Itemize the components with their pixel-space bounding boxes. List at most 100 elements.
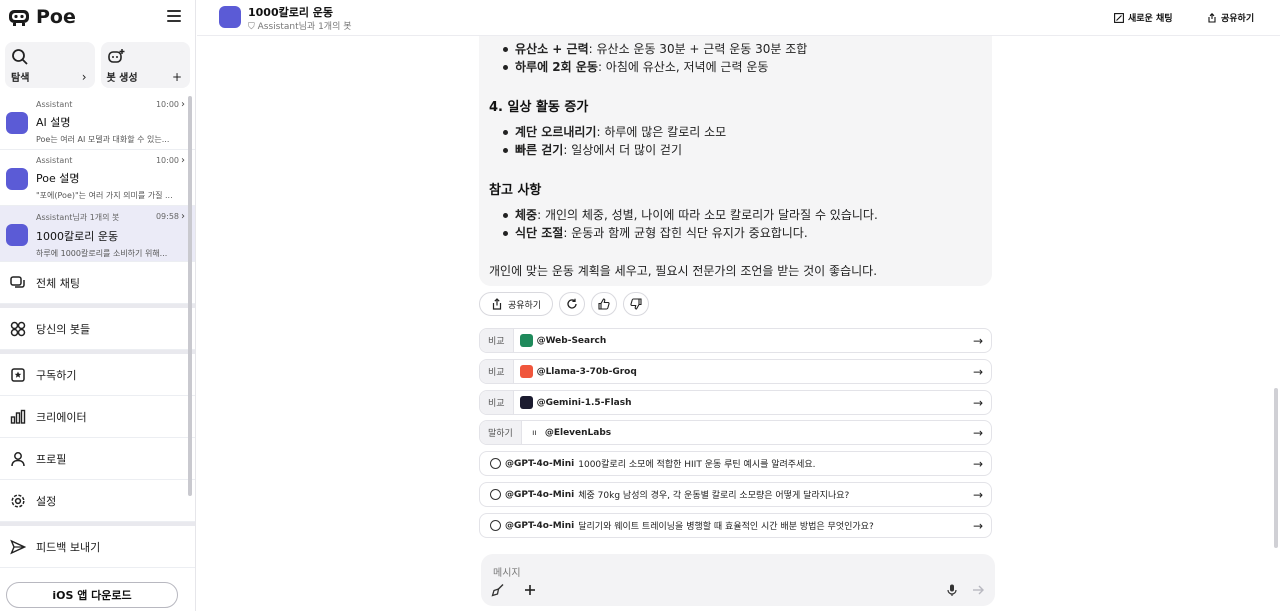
arrow-right-icon: → xyxy=(972,365,983,379)
openai-icon xyxy=(490,458,501,469)
poe-logo-icon xyxy=(9,10,29,26)
compare-tag: 비교 xyxy=(480,329,514,352)
explore-button[interactable]: 탐색 › xyxy=(5,42,95,88)
create-bot-button[interactable]: 봇 생성 + xyxy=(100,42,190,88)
followup-suggestion[interactable]: @GPT-4o-Mini 1000칼로리 소모에 적합한 HIIT 운동 루틴 … xyxy=(479,451,992,476)
sidebar-scrollbar[interactable] xyxy=(188,96,192,496)
elevenlabs-bot-icon: ıı xyxy=(527,426,541,439)
search-icon xyxy=(12,49,28,65)
list-item: 하루에 2회 운동: 아침에 유산소, 저녁에 근력 운동 xyxy=(489,58,982,76)
share-button[interactable]: 공유하기 xyxy=(1207,11,1254,24)
message-composer[interactable]: 메시지 xyxy=(481,554,995,606)
chevron-right-icon: › xyxy=(81,70,87,84)
chat-snippet: 하루에 1000칼로리를 소비하기 위해... xyxy=(36,249,168,258)
share-message-button[interactable]: 공유하기 xyxy=(479,292,553,316)
arrow-right-icon: → xyxy=(972,488,983,502)
chat-bot-name: Assistant님과 1개의 봇 xyxy=(36,213,120,222)
chevron-right-icon: › xyxy=(181,211,185,222)
like-button[interactable] xyxy=(591,292,617,316)
bot-avatar xyxy=(6,168,28,190)
nav-profile[interactable]: 프로필 xyxy=(0,438,195,480)
section-heading: 4. 일상 활동 증가 xyxy=(489,100,589,115)
creators-chart-icon xyxy=(10,409,26,424)
nav-label: 설정 xyxy=(36,494,57,508)
chat-list-item-active[interactable]: Assistant님과 1개의 봇 09:58 › 1000칼로리 운동 하루에 … xyxy=(0,206,195,262)
bot-message: 유산소 + 근력: 유산소 운동 30분 + 근력 운동 30분 조합 하루에 … xyxy=(479,36,992,286)
user-icon xyxy=(11,451,25,466)
send-arrow-icon[interactable] xyxy=(971,583,985,597)
ios-download-button[interactable]: iOS 앱 다운로드 xyxy=(6,582,178,608)
compare-tag: 비교 xyxy=(480,360,514,383)
chat-title: Poe 설명 xyxy=(36,172,80,185)
arrow-right-icon: → xyxy=(972,519,983,533)
thumbs-down-icon xyxy=(630,298,642,310)
nav-label: 당신의 봇들 xyxy=(36,322,91,336)
share-icon xyxy=(1208,12,1216,23)
nav-all-chats[interactable]: 전체 채팅 xyxy=(0,262,195,304)
list-item: 빠른 걷기: 일상에서 더 많이 걷기 xyxy=(489,141,982,159)
compare-bot-web-search[interactable]: 비교 @Web-Search → xyxy=(479,328,992,353)
chat-subtitle[interactable]: ⛉ Assistant님과 1개의 봇 xyxy=(248,19,352,32)
nav-label: 전체 채팅 xyxy=(36,276,80,290)
plus-icon[interactable] xyxy=(523,583,537,597)
message-actions: 공유하기 xyxy=(479,292,649,316)
refresh-icon xyxy=(567,298,577,309)
hamburger-menu-icon[interactable] xyxy=(167,10,181,22)
bot-name: @GPT-4o-Mini xyxy=(505,520,575,531)
chat-time: 10:00 xyxy=(155,156,179,165)
compare-bot-llama[interactable]: 비교 @Llama-3-70b-Groq → xyxy=(479,359,992,384)
arrow-right-icon: → xyxy=(972,457,983,471)
logo[interactable]: Poe xyxy=(0,0,195,34)
bot-avatar xyxy=(6,112,28,134)
nav-subscribe[interactable]: 구독하기 xyxy=(0,354,195,396)
nav-settings[interactable]: 설정 xyxy=(0,480,195,522)
bots-grid-icon xyxy=(10,321,26,336)
microphone-icon[interactable] xyxy=(945,583,959,597)
web-search-bot-icon xyxy=(519,334,533,347)
explore-label: 탐색 xyxy=(11,73,30,84)
chat-bot-name: Assistant xyxy=(36,100,73,109)
bot-add-icon xyxy=(107,49,124,63)
followup-suggestion[interactable]: @GPT-4o-Mini 체중 70kg 남성의 경우, 각 운동별 칼로리 소… xyxy=(479,482,992,507)
list-item: 체중: 개인의 체중, 성별, 나이에 따라 소모 칼로리가 달라질 수 있습니… xyxy=(489,206,982,224)
list-item: 계단 오르내리기: 하루에 많은 칼로리 소모 xyxy=(489,123,982,141)
chat-title: AI 설명 xyxy=(36,116,71,129)
share-message-label: 공유하기 xyxy=(507,300,542,311)
nav-label: 크리에이터 xyxy=(36,410,87,424)
bot-name: @GPT-4o-Mini xyxy=(505,489,575,500)
nav-creators[interactable]: 크리에이터 xyxy=(0,396,195,438)
nav-feedback[interactable]: 피드백 보내기 xyxy=(0,526,195,568)
followup-text: 1000칼로리 소모에 적합한 HIIT 운동 루틴 예시를 알려주세요. xyxy=(578,460,816,470)
speak-bot-elevenlabs[interactable]: 말하기 ıı @ElevenLabs → xyxy=(479,420,992,445)
chat-snippet: "포에(Poe)"는 여러 가지 의미를 가질 ... xyxy=(36,191,173,200)
retry-button[interactable] xyxy=(559,292,585,316)
page-scrollbar[interactable] xyxy=(1274,388,1278,548)
new-chat-label: 새로운 채팅 xyxy=(1128,14,1173,24)
dislike-button[interactable] xyxy=(623,292,649,316)
bot-name: @ElevenLabs xyxy=(544,427,612,438)
shield-icon: ⛉ xyxy=(248,22,255,32)
list-item: 유산소 + 근력: 유산소 운동 30분 + 근력 운동 30분 조합 xyxy=(489,40,982,58)
chat-list-item[interactable]: Assistant 10:00 › Poe 설명 "포에(Poe)"는 여러 가지… xyxy=(0,150,195,206)
chat-list-item[interactable]: Assistant 10:00 › AI 설명 Poe는 여러 AI 모델과 대화… xyxy=(0,94,195,150)
nav-your-bots[interactable]: 당신의 봇들 xyxy=(0,308,195,350)
openai-icon xyxy=(490,520,501,531)
new-chat-button[interactable]: 새로운 채팅 xyxy=(1114,11,1173,24)
chat-bubbles-icon xyxy=(10,275,25,288)
broom-clear-icon[interactable] xyxy=(491,583,505,597)
chat-bot-name: Assistant xyxy=(36,156,73,165)
edit-icon xyxy=(1114,12,1124,23)
compare-bot-gemini[interactable]: 비교 @Gemini-1.5-Flash → xyxy=(479,390,992,415)
app-name: Poe xyxy=(36,6,76,28)
message-input[interactable]: 메시지 xyxy=(493,564,521,579)
star-badge-icon xyxy=(11,367,25,382)
gear-icon xyxy=(11,493,25,508)
bot-name: @Web-Search xyxy=(536,335,607,346)
share-icon xyxy=(492,298,502,310)
bot-avatar[interactable] xyxy=(219,6,241,28)
nav-label: 프로필 xyxy=(36,452,67,466)
followup-suggestion[interactable]: @GPT-4o-Mini 달리기와 웨이트 트레이닝을 병행할 때 효율적인 시… xyxy=(479,513,992,538)
compare-tag: 비교 xyxy=(480,391,514,414)
llama-bot-icon xyxy=(519,365,533,378)
plus-icon: + xyxy=(171,70,182,84)
